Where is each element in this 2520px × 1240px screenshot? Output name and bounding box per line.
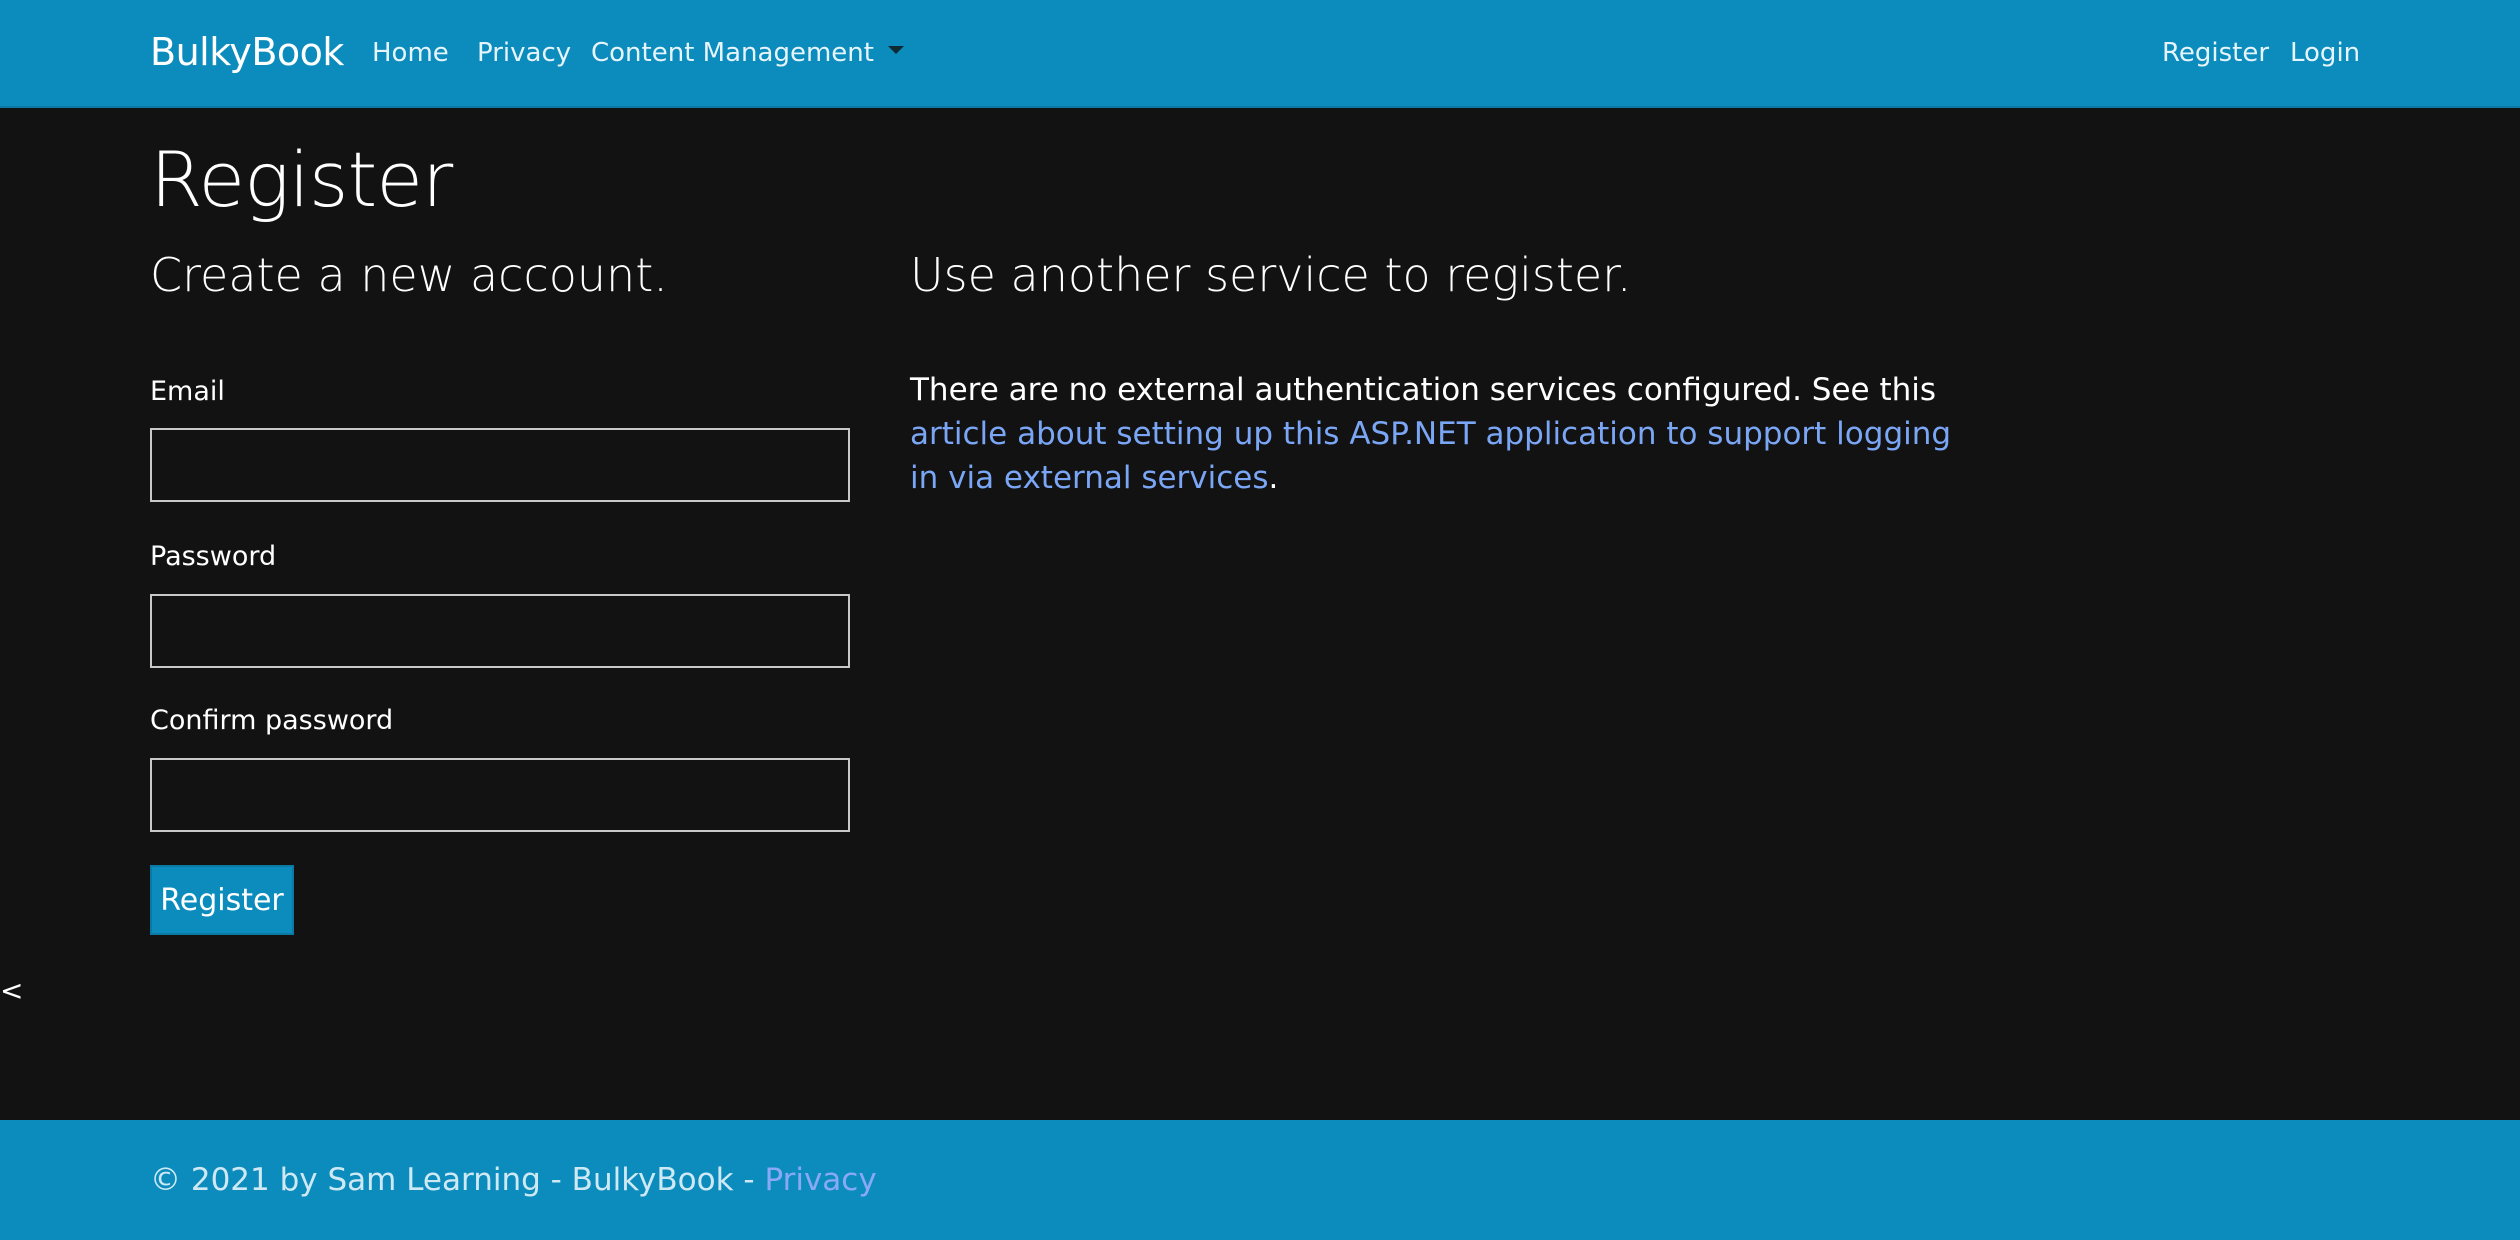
- password-input[interactable]: [150, 594, 850, 668]
- external-auth-message: There are no external authentication ser…: [910, 368, 1970, 500]
- brand-link[interactable]: BulkyBook: [150, 30, 344, 74]
- nav-login-link[interactable]: Login: [2290, 38, 2360, 68]
- external-service-heading: Use another service to register.: [910, 248, 1632, 302]
- register-button[interactable]: Register: [150, 865, 294, 935]
- external-auth-article-link[interactable]: article about setting up this ASP.NET ap…: [910, 416, 1951, 496]
- top-navbar: BulkyBook Home Privacy Content Managemen…: [0, 0, 2520, 108]
- confirm-password-input[interactable]: [150, 758, 850, 832]
- create-account-heading: Create a new account.: [150, 248, 668, 302]
- external-auth-text: There are no external authentication ser…: [910, 372, 1937, 408]
- nav-register-link[interactable]: Register: [2162, 38, 2269, 68]
- confirm-password-label: Confirm password: [150, 705, 394, 736]
- external-auth-period: .: [1268, 460, 1279, 496]
- page-title: Register: [150, 135, 453, 224]
- email-label: Email: [150, 376, 225, 407]
- nav-content-management-dropdown[interactable]: Content Management: [591, 38, 904, 68]
- password-label: Password: [150, 541, 277, 572]
- footer-copyright: © 2021 by Sam Learning - BulkyBook -: [150, 1162, 765, 1198]
- email-input[interactable]: [150, 428, 850, 502]
- footer-text: © 2021 by Sam Learning - BulkyBook - Pri…: [150, 1162, 877, 1198]
- page-footer: © 2021 by Sam Learning - BulkyBook - Pri…: [0, 1120, 2520, 1240]
- nav-home-link[interactable]: Home: [372, 38, 449, 68]
- stray-text-glyph: <: [0, 974, 24, 1007]
- nav-content-management-label: Content Management: [591, 38, 874, 68]
- caret-down-icon: [887, 45, 904, 54]
- footer-privacy-link[interactable]: Privacy: [764, 1162, 876, 1198]
- nav-privacy-link[interactable]: Privacy: [477, 38, 571, 68]
